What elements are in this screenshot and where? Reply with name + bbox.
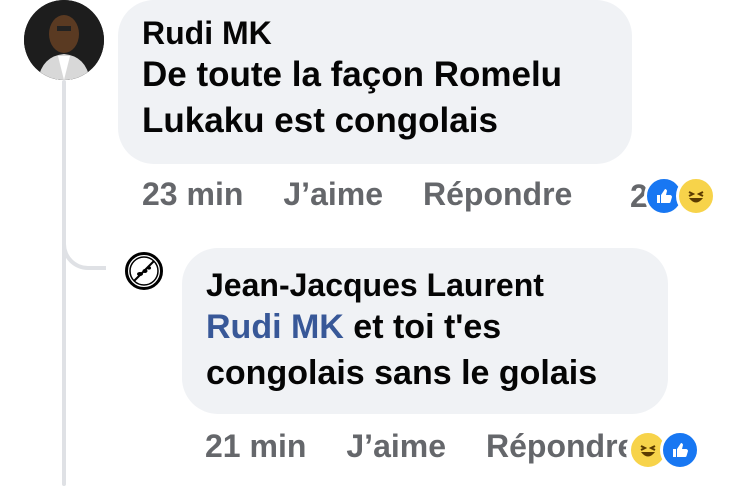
reaction-summary[interactable]	[626, 428, 702, 472]
reply-button[interactable]: Répondre	[486, 428, 635, 465]
like-icon	[660, 430, 700, 470]
reply-text-fragment: et toi t'es	[343, 308, 502, 346]
haha-icon	[675, 176, 716, 216]
comment-text-line: Lukaku est congolais	[142, 101, 498, 140]
reaction-summary[interactable]: 2	[630, 176, 716, 216]
thread-line	[62, 80, 66, 486]
like-button[interactable]: J’aime	[346, 428, 446, 465]
reply-avatar[interactable]	[125, 252, 163, 290]
comment-actions: 23 min J’aime Répondre	[142, 176, 612, 213]
reply-text-line: congolais sans le golais	[206, 354, 598, 392]
reply-button[interactable]: Répondre	[423, 176, 572, 213]
avatar[interactable]	[24, 0, 104, 80]
comment-bubble: Rudi MK De toute la façon Romelu Lukaku …	[118, 0, 632, 164]
mention-link[interactable]: Rudi MK	[206, 308, 344, 346]
comment-timestamp[interactable]: 23 min	[142, 176, 243, 213]
comment-author[interactable]: Rudi MK	[142, 14, 608, 52]
reply-author[interactable]: Jean-Jacques Laurent	[206, 266, 644, 304]
reply-text-line: Rudi MK et toi t'es	[206, 304, 644, 350]
like-button[interactable]: J’aime	[283, 176, 383, 213]
reply-connector	[62, 180, 106, 270]
reply-actions: 21 min J’aime Répondre	[205, 428, 675, 465]
reply-bubble: Jean-Jacques Laurent Rudi MK et toi t'es…	[182, 248, 668, 414]
comment-text-line: De toute la façon Romelu	[142, 55, 563, 94]
reply-timestamp[interactable]: 21 min	[205, 428, 306, 465]
